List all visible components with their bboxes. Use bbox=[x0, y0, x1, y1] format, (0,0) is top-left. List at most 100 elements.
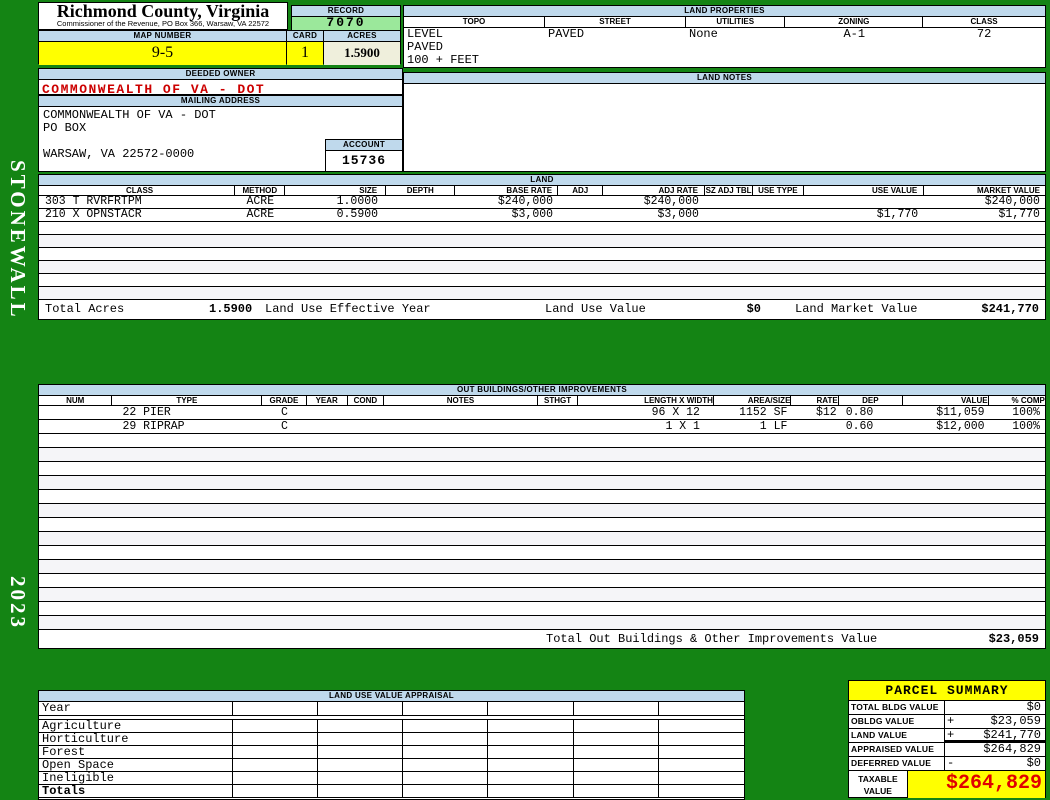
land-market-value: $241,770 bbox=[981, 302, 1039, 316]
appraisal-cell bbox=[659, 759, 744, 771]
parcel-summary-title: PARCEL SUMMARY bbox=[849, 681, 1045, 701]
appraisal-cell bbox=[488, 733, 574, 745]
parcel-summary: PARCEL SUMMARY TOTAL BLDG VALUE $0 OBLDG… bbox=[848, 680, 1046, 798]
appraisal-cell bbox=[318, 772, 404, 784]
land-row: 210 X OPNSTACR ACRE 0.5900 $3,000 $3,000… bbox=[39, 209, 1045, 222]
out-buildings-title: OUT BUILDINGS/OTHER IMPROVEMENTS bbox=[39, 385, 1045, 396]
empty-row bbox=[39, 616, 1045, 630]
appraisal-cell bbox=[318, 785, 404, 797]
empty-row bbox=[39, 222, 1045, 235]
appraisal-cell bbox=[233, 746, 319, 758]
col-street: STREET bbox=[545, 17, 687, 27]
card-header: CARD bbox=[287, 31, 323, 42]
appraisal-cell bbox=[574, 759, 659, 771]
empty-row bbox=[39, 287, 1045, 300]
appraisal-cell bbox=[403, 702, 489, 715]
deeded-owner-section: DEEDED OWNER COMMONWEALTH OF VA - DOT bbox=[38, 68, 403, 97]
appraisal-row-agriculture: Agriculture bbox=[39, 720, 744, 733]
appraisal-row-ineligible: Ineligible bbox=[39, 772, 744, 785]
appraisal-row-open-space: Open Space bbox=[39, 759, 744, 772]
acres-cell: ACRES 1.5900 bbox=[324, 30, 401, 65]
land-notes-section: LAND NOTES bbox=[403, 72, 1046, 172]
zoning-value: A-1 bbox=[843, 27, 866, 41]
appraisal-cell bbox=[659, 785, 744, 797]
empty-row bbox=[39, 434, 1045, 448]
land-use-effective-year-label: Land Use Effective Year bbox=[265, 302, 431, 316]
summary-row-total-bldg: TOTAL BLDG VALUE $0 bbox=[849, 701, 1045, 715]
summary-row-deferred: DEFERRED VALUE - $0 bbox=[849, 757, 1045, 771]
empty-row bbox=[39, 490, 1045, 504]
taxable-value-label: TAXABLE VALUE bbox=[849, 771, 908, 798]
land-properties-values: LEVEL PAVED 100 + FEET PAVED None A-1 72 bbox=[404, 28, 1045, 67]
utilities-value: None bbox=[689, 27, 718, 41]
empty-row bbox=[39, 462, 1045, 476]
appraisal-row-totals: Totals bbox=[39, 785, 744, 798]
card-value: 1 bbox=[287, 42, 323, 65]
deeded-owner-title: DEEDED OWNER bbox=[39, 69, 402, 80]
map-card-acres-row: MAP NUMBER 9-5 CARD 1 ACRES 1.5900 bbox=[38, 30, 401, 65]
total-acres-value: 1.5900 bbox=[209, 302, 253, 316]
empty-row bbox=[39, 588, 1045, 602]
col-utilities: UTILITIES bbox=[686, 17, 786, 27]
empty-row bbox=[39, 235, 1045, 248]
appraisal-row-forest: Forest bbox=[39, 746, 744, 759]
empty-row bbox=[39, 532, 1045, 546]
land-properties-title: LAND PROPERTIES bbox=[404, 6, 1045, 17]
summary-row-obldg: OBLDG VALUE + $23,059 bbox=[849, 715, 1045, 729]
appraisal-cell bbox=[488, 746, 574, 758]
appraisal-cell bbox=[403, 720, 489, 732]
appraisal-cell bbox=[233, 720, 319, 732]
account-header: ACCOUNT bbox=[326, 140, 402, 151]
empty-row bbox=[39, 448, 1045, 462]
appraisal-cell bbox=[403, 759, 489, 771]
land-notes-title: LAND NOTES bbox=[404, 73, 1045, 84]
col-topo: TOPO bbox=[404, 17, 546, 27]
map-number-header: MAP NUMBER bbox=[39, 31, 286, 42]
county-header: Richmond County, Virginia Commissioner o… bbox=[38, 2, 288, 30]
appraisal-cell bbox=[659, 772, 744, 784]
land-use-value: $0 bbox=[746, 302, 761, 316]
out-buildings-total-value: $23,059 bbox=[988, 632, 1039, 646]
account-number: 15736 bbox=[341, 153, 386, 168]
account-box: ACCOUNT 15736 bbox=[325, 139, 403, 172]
appraisal-cell bbox=[318, 733, 404, 745]
tax-year-label: 2023 bbox=[6, 576, 30, 630]
appraisal-cell bbox=[403, 746, 489, 758]
district-label: STONEWALL bbox=[6, 160, 30, 320]
topo-values: LEVEL PAVED 100 + FEET bbox=[407, 27, 480, 67]
appraisal-cell bbox=[488, 702, 574, 715]
empty-row bbox=[39, 476, 1045, 490]
appraisal-cell bbox=[403, 772, 489, 784]
out-building-row: 22 PIER C 96 X 12 1152 SF $12 0.80 $11,0… bbox=[39, 406, 1045, 420]
land-use-appraisal-table: LAND USE VALUE APPRAISAL Year Agricultur… bbox=[38, 690, 745, 800]
land-properties-section: LAND PROPERTIES TOPO STREET UTILITIES ZO… bbox=[403, 5, 1046, 68]
land-totals-row: Total Acres 1.5900 Land Use Effective Ye… bbox=[39, 300, 1045, 320]
summary-row-appraised: APPRAISED VALUE $264,829 bbox=[849, 743, 1045, 757]
appraisal-cell bbox=[574, 785, 659, 797]
property-record-card: STONEWALL 2023 Richmond County, Virginia… bbox=[0, 0, 1050, 800]
land-table: LAND CLASS METHOD SIZE DEPTH BASE RATE A… bbox=[38, 174, 1046, 320]
mailing-address-section: MAILING ADDRESS COMMONWEALTH OF VA - DOT… bbox=[38, 95, 403, 172]
out-buildings-table: OUT BUILDINGS/OTHER IMPROVEMENTS NUM TYP… bbox=[38, 384, 1046, 649]
street-value: PAVED bbox=[548, 27, 585, 41]
appraisal-cell bbox=[403, 733, 489, 745]
acres-header: ACRES bbox=[324, 31, 400, 42]
land-table-title: LAND bbox=[39, 175, 1045, 186]
empty-row bbox=[39, 248, 1045, 261]
empty-row bbox=[39, 518, 1045, 532]
appraisal-cell bbox=[403, 785, 489, 797]
mailing-address-title: MAILING ADDRESS bbox=[39, 96, 402, 107]
summary-row-taxable: TAXABLE VALUE $264,829 bbox=[849, 771, 1045, 798]
appraisal-cell bbox=[318, 746, 404, 758]
class-value: 72 bbox=[976, 27, 992, 41]
empty-row bbox=[39, 574, 1045, 588]
total-acres-label: Total Acres bbox=[45, 302, 125, 316]
appraisal-row-year: Year bbox=[39, 702, 744, 716]
appraisal-cell bbox=[233, 759, 319, 771]
out-buildings-total-label: Total Out Buildings & Other Improvements… bbox=[546, 632, 878, 646]
out-building-row: 29 RIPRAP C 1 X 1 1 LF 0.60 $12,000 100% bbox=[39, 420, 1045, 434]
col-zoning: ZONING bbox=[785, 17, 924, 27]
appraisal-cell bbox=[233, 785, 319, 797]
appraisal-cell bbox=[488, 785, 574, 797]
empty-row bbox=[39, 546, 1045, 560]
